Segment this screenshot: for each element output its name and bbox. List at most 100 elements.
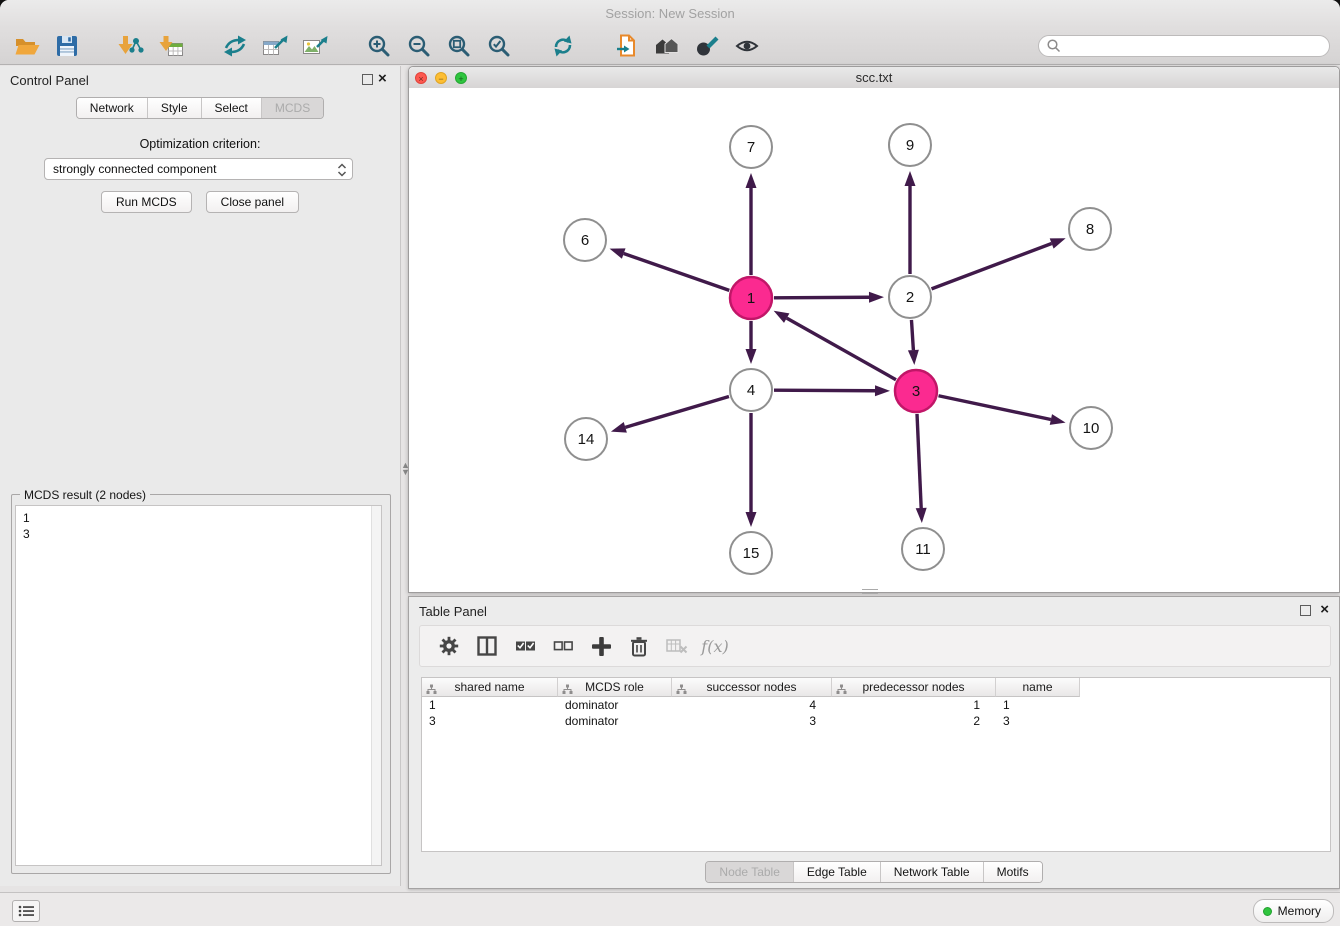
close-panel-icon[interactable]: × — [1320, 602, 1329, 618]
column-layout-button[interactable] — [472, 631, 502, 661]
cell-predecessor-nodes[interactable]: 1 — [832, 697, 996, 713]
cell-shared-name[interactable]: 3 — [422, 713, 558, 729]
graph-edge-3-1[interactable] — [787, 318, 896, 380]
graph-node-label: 11 — [915, 541, 931, 558]
tab-select[interactable]: Select — [202, 98, 262, 118]
edge-arrowhead-icon — [610, 248, 626, 258]
float-panel-icon[interactable] — [1300, 605, 1311, 616]
float-panel-icon[interactable] — [362, 74, 373, 85]
combo-stepper-icon — [337, 162, 347, 184]
clone-network-button[interactable] — [610, 31, 644, 61]
network-graph[interactable]: 7968124314101511 — [409, 88, 1339, 592]
zoom-selected-button[interactable] — [482, 31, 516, 61]
graph-edge-2-3[interactable] — [911, 320, 913, 350]
clone-network-icon — [615, 34, 639, 58]
maximize-window-icon[interactable]: + — [455, 72, 467, 84]
graph-edge-1-6[interactable] — [624, 254, 730, 291]
column-header-mcds-role[interactable]: MCDS role — [558, 678, 672, 697]
graph-edge-1-2[interactable] — [774, 297, 869, 298]
table-row[interactable]: 1 dominator 4 1 1 — [422, 697, 1330, 713]
minimize-window-icon[interactable]: − — [435, 72, 447, 84]
tab-network-table[interactable]: Network Table — [881, 862, 984, 882]
control-panel-tabs: Network Style Select MCDS — [0, 97, 400, 119]
close-panel-button[interactable]: Close panel — [206, 191, 299, 213]
tab-style[interactable]: Style — [148, 98, 202, 118]
add-row-button[interactable] — [586, 631, 616, 661]
export-image-icon — [302, 35, 328, 57]
cell-successor-nodes[interactable]: 3 — [672, 713, 832, 729]
cell-name[interactable]: 1 — [996, 697, 1080, 713]
run-mcds-button[interactable]: Run MCDS — [101, 191, 192, 213]
column-header-name[interactable]: name — [996, 678, 1080, 697]
network-arrows-button[interactable] — [218, 31, 252, 61]
optimization-criterion-select[interactable]: strongly connected component — [44, 158, 353, 180]
unchecked-boxes-icon — [553, 636, 574, 656]
cell-mcds-role[interactable]: dominator — [558, 713, 672, 729]
zoom-fit-button[interactable] — [442, 31, 476, 61]
export-table-button[interactable] — [258, 31, 292, 61]
cell-name[interactable]: 3 — [996, 713, 1080, 729]
table-row[interactable]: 3 dominator 3 2 3 — [422, 713, 1330, 729]
cell-predecessor-nodes[interactable]: 2 — [832, 713, 996, 729]
tab-motifs[interactable]: Motifs — [984, 862, 1042, 882]
edge-arrowhead-icon — [875, 385, 890, 396]
paint-style-icon — [695, 34, 719, 58]
tab-node-table[interactable]: Node Table — [706, 862, 794, 882]
graph-edge-3-11[interactable] — [917, 414, 921, 508]
network-canvas[interactable]: 7968124314101511 — [409, 88, 1339, 592]
open-file-button[interactable] — [10, 31, 44, 61]
cell-successor-nodes[interactable]: 4 — [672, 697, 832, 713]
import-network-button[interactable] — [114, 31, 148, 61]
network-overview-button[interactable] — [650, 31, 684, 61]
column-header-successor-nodes[interactable]: successor nodes — [672, 678, 832, 697]
task-history-button[interactable] — [12, 900, 40, 922]
delete-rows-button[interactable] — [624, 631, 654, 661]
network-window-titlebar[interactable]: × − + scc.txt — [409, 67, 1339, 89]
export-image-button[interactable] — [298, 31, 332, 61]
function-builder-button[interactable]: f(x) — [700, 631, 730, 661]
graph-node-label: 8 — [1086, 221, 1094, 238]
memory-button[interactable]: Memory — [1253, 899, 1334, 923]
graph-edge-4-14[interactable] — [625, 397, 729, 428]
column-header-shared-name[interactable]: shared name — [422, 678, 558, 697]
tab-network[interactable]: Network — [77, 98, 148, 118]
close-window-icon[interactable]: × — [415, 72, 427, 84]
show-hide-button[interactable] — [730, 31, 764, 61]
import-table-button[interactable] — [154, 31, 188, 61]
graph-node-label: 9 — [906, 137, 914, 154]
graph-node-label: 2 — [906, 289, 914, 306]
fx-icon: f(x) — [701, 637, 728, 656]
edge-arrowhead-icon — [1050, 238, 1066, 248]
open-folder-icon — [14, 35, 40, 57]
zoom-in-button[interactable] — [362, 31, 396, 61]
graph-node-label: 7 — [747, 139, 755, 156]
eye-icon — [735, 35, 759, 57]
table-settings-button[interactable] — [434, 631, 464, 661]
column-header-predecessor-nodes[interactable]: predecessor nodes — [832, 678, 996, 697]
window-title: Session: New Session — [605, 6, 734, 21]
refresh-view-button[interactable] — [546, 31, 580, 61]
save-session-button[interactable] — [50, 31, 84, 61]
delete-table-button[interactable] — [662, 631, 692, 661]
close-panel-icon[interactable]: × — [378, 71, 387, 87]
select-all-button[interactable] — [510, 631, 540, 661]
tab-edge-table[interactable]: Edge Table — [794, 862, 881, 882]
tab-mcds[interactable]: MCDS — [262, 98, 323, 118]
zoom-out-button[interactable] — [402, 31, 436, 61]
apply-style-button[interactable] — [690, 31, 724, 61]
mcds-result-title: MCDS result (2 nodes) — [20, 488, 150, 502]
edge-arrowhead-icon — [746, 173, 757, 188]
optimization-criterion-label: Optimization criterion: — [0, 137, 400, 151]
cell-shared-name[interactable]: 1 — [422, 697, 558, 713]
home-network-icon — [654, 35, 680, 57]
horizontal-splitter-handle[interactable] — [862, 589, 878, 594]
cell-mcds-role[interactable]: dominator — [558, 697, 672, 713]
deselect-all-button[interactable] — [548, 631, 578, 661]
graph-edge-2-8[interactable] — [932, 243, 1052, 288]
search-input[interactable] — [1038, 35, 1330, 57]
mcds-result-text[interactable]: 1 3 — [15, 505, 382, 866]
result-scrollbar[interactable] — [371, 506, 381, 865]
window-titlebar[interactable]: Session: New Session — [0, 0, 1340, 28]
graph-edge-3-10[interactable] — [939, 396, 1051, 420]
graph-edge-4-3[interactable] — [774, 390, 875, 391]
